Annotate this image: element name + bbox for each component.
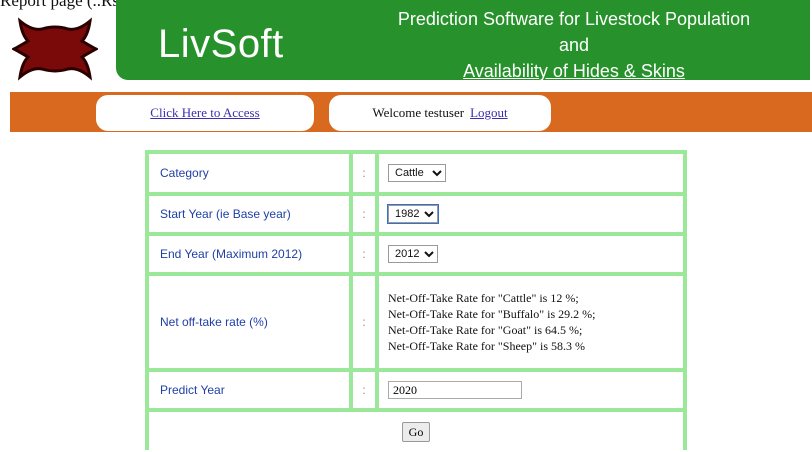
- offtake-rate-buffalo: Net-Off-Take Rate for "Buffalo" is 29.2 …: [388, 307, 596, 321]
- colon-separator: :: [353, 276, 375, 368]
- go-button[interactable]: Go: [401, 422, 431, 442]
- submit-row: Go: [149, 412, 683, 452]
- prediction-form: Category : Cattle Start Year (ie Base ye…: [145, 150, 687, 452]
- offtake-rate-sheep: Net-Off-Take Rate for "Sheep" is 58.3 %: [388, 339, 586, 353]
- start-year-select[interactable]: 1982: [387, 204, 439, 224]
- app-tagline: Prediction Software for Livestock Popula…: [354, 6, 794, 84]
- category-select[interactable]: Cattle: [388, 164, 446, 182]
- predict-year-value-cell: [379, 372, 683, 408]
- offtake-rate-cattle: Net-Off-Take Rate for "Cattle" is 12 %;: [388, 291, 579, 305]
- leather-hide-icon: [12, 17, 98, 81]
- header-banner: LivSoft Prediction Software for Livestoc…: [116, 0, 810, 81]
- predict-year-label: Predict Year: [149, 372, 349, 408]
- end-year-label: End Year (Maximum 2012): [149, 236, 349, 272]
- predict-year-input[interactable]: [388, 381, 522, 399]
- category-label: Category: [149, 154, 349, 192]
- colon-separator: :: [353, 372, 375, 408]
- tagline-line: Availability of Hides & Skins: [463, 61, 685, 81]
- category-value-cell: Cattle: [379, 154, 683, 192]
- access-link[interactable]: Click Here to Access: [150, 105, 259, 121]
- colon-separator: :: [353, 196, 375, 232]
- net-offtake-label: Net off-take rate (%): [149, 276, 349, 368]
- net-offtake-value-cell: Net-Off-Take Rate for "Cattle" is 12 %; …: [379, 276, 683, 368]
- user-pill: Welcome testuser Logout: [329, 95, 551, 131]
- net-offtake-rates: Net-Off-Take Rate for "Cattle" is 12 %; …: [388, 290, 595, 354]
- tagline-line: Prediction Software for Livestock Popula…: [397, 9, 751, 29]
- colon-separator: :: [353, 236, 375, 272]
- colon-separator: :: [353, 154, 375, 192]
- tagline-line: and: [558, 35, 590, 55]
- app-name: LivSoft: [158, 22, 284, 66]
- welcome-text: Welcome testuser: [372, 105, 465, 120]
- access-pill: Click Here to Access: [96, 95, 314, 131]
- logout-link[interactable]: Logout: [470, 105, 508, 121]
- end-year-value-cell: 2012: [379, 236, 683, 272]
- start-year-label: Start Year (ie Base year): [149, 196, 349, 232]
- end-year-select[interactable]: 2012: [388, 245, 438, 263]
- start-year-value-cell: 1982: [379, 196, 683, 232]
- offtake-rate-goat: Net-Off-Take Rate for "Goat" is 64.5 %;: [388, 323, 583, 337]
